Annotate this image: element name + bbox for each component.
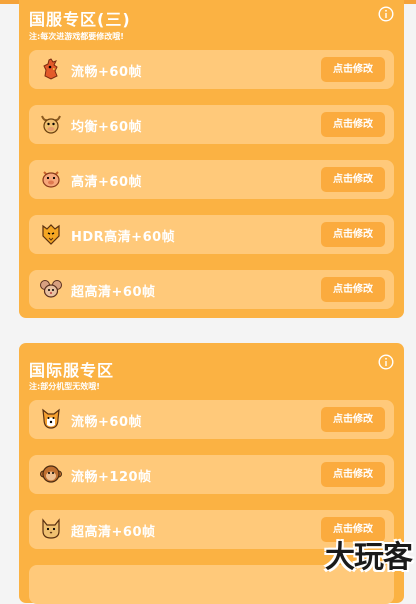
row-label: 流畅+60帧 [71,415,142,430]
list-item[interactable]: 超高清+60帧 点击修改 [29,270,394,309]
list-item[interactable]: 高清+60帧 点击修改 [29,160,394,199]
section-global-note: 注:部分机型无效哦! [29,382,100,391]
row-label: HDR高清+60帧 [71,230,176,245]
modify-button[interactable]: 点击修改 [321,277,385,302]
modify-button[interactable]: 点击修改 [321,112,385,137]
rooster-icon [43,58,58,80]
row-label: 流畅+120帧 [71,470,152,485]
info-icon[interactable] [378,6,394,22]
dog-icon [42,408,60,429]
row-label: 流畅+60帧 [71,65,142,80]
section-global-title: 国际服专区 [29,361,115,380]
section-cn-card: 国服专区(三) 注:每次进游戏都要修改哦! 流畅+60帧 点击修改 均衡+60帧… [19,0,404,318]
modify-button[interactable]: 点击修改 [321,57,385,82]
section-cn-note: 注:每次进游戏都要修改哦! [29,32,124,41]
list-item[interactable]: 流畅+60帧 点击修改 [29,50,394,89]
modify-button[interactable]: 点击修改 [321,462,385,487]
list-item[interactable]: HDR高清+60帧 点击修改 [29,215,394,254]
list-item[interactable]: 均衡+60帧 点击修改 [29,105,394,144]
list-item[interactable]: 流畅+120帧 点击修改 [29,455,394,494]
row-label: 超高清+60帧 [71,525,156,540]
modify-button[interactable]: 点击修改 [321,167,385,192]
modify-button[interactable]: 点击修改 [321,407,385,432]
monkey-icon [40,465,62,483]
modify-button[interactable]: 点击修改 [321,222,385,247]
watermark: 大玩客 [325,540,413,575]
pig-icon [42,171,60,188]
mouse-icon [40,280,62,298]
section-cn-title: 国服专区(三) [29,10,131,29]
info-icon[interactable] [378,354,394,370]
row-label: 高清+60帧 [71,175,142,190]
list-item[interactable]: 流畅+60帧 点击修改 [29,400,394,439]
ox-icon [41,115,61,134]
row-label: 均衡+60帧 [71,120,142,135]
row-label: 超高清+60帧 [71,285,156,300]
cat-icon [42,518,60,539]
tiger-icon [42,224,60,245]
